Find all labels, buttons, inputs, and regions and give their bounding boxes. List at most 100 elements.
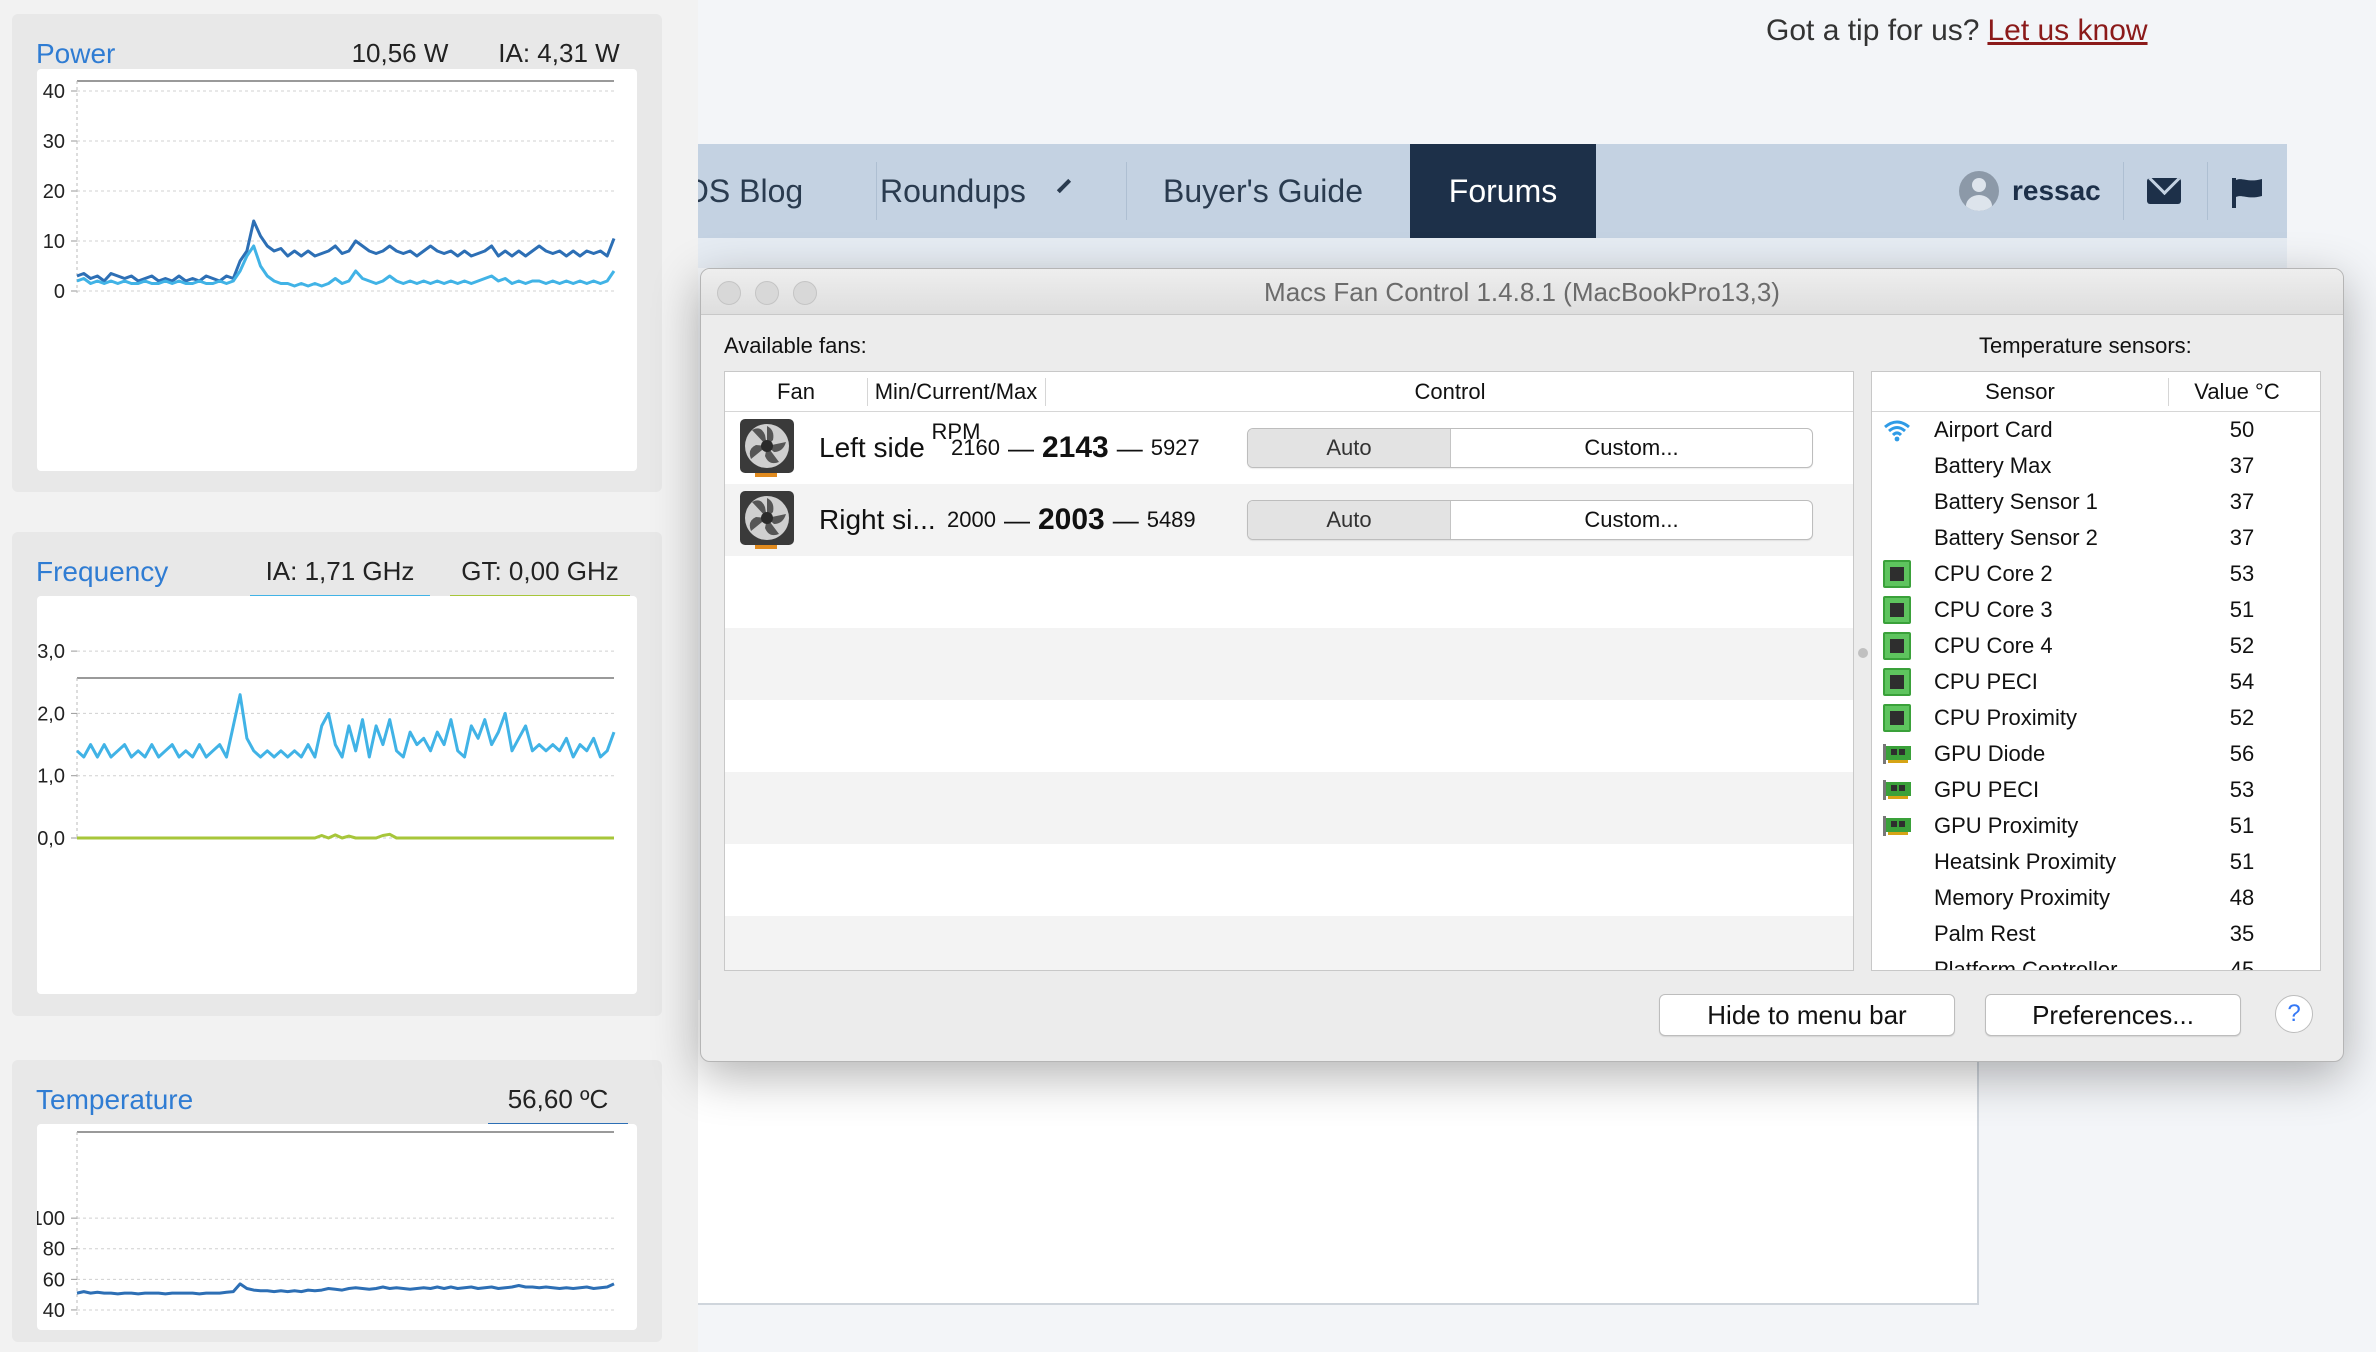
- auto-button[interactable]: Auto: [1248, 429, 1451, 467]
- hide-to-menu-bar-button[interactable]: Hide to menu bar: [1659, 994, 1955, 1036]
- chevron-down-icon: [1056, 178, 1071, 194]
- flag-icon[interactable]: [2230, 176, 2264, 208]
- username[interactable]: ressac: [2012, 144, 2101, 238]
- sensor-name: Memory Proximity: [1934, 885, 2111, 910]
- nav-divider: [2207, 162, 2208, 220]
- nav-roundups[interactable]: Roundups: [880, 144, 1071, 238]
- frequency-chart-svg: 3,0 2,0 1,0 0,0: [37, 641, 616, 850]
- temperature-title: Temperature: [36, 1084, 194, 1115]
- nav-subbar: [698, 238, 2287, 268]
- site-navbar: OS Blog Roundups Buyer's Guide Forums re…: [684, 144, 2287, 238]
- rpm-separator: —: [1112, 504, 1139, 535]
- rpm-separator: —: [1003, 504, 1030, 535]
- wifi-icon: [1884, 420, 1910, 442]
- sensor-value: 51: [2229, 849, 2255, 874]
- sensor-name: Platform Controller: [1934, 957, 2118, 971]
- sensor-row[interactable]: GPU PECI 53: [1872, 772, 2302, 808]
- fan-row-right[interactable]: Right si... 2000 — 2003 — 5489 Auto Cust…: [725, 484, 1853, 556]
- fan-max-rpm: 5927: [1150, 435, 1200, 460]
- frequency-gt-stat: GT: 0,00 GHz: [450, 554, 630, 600]
- y-tick-label: 40: [43, 1300, 65, 1322]
- y-tick-label: 80: [43, 1239, 65, 1261]
- sensors-table: Sensor Value °C Airport Card 50 Battery Ma…: [1871, 371, 2321, 971]
- column-header-fan[interactable]: Fan: [725, 372, 867, 412]
- sensor-value: 52: [2229, 705, 2255, 730]
- column-header-sensor[interactable]: Sensor: [1872, 372, 2168, 412]
- help-button[interactable]: ?: [2275, 995, 2313, 1033]
- table-stripe: [725, 916, 1853, 970]
- sensor-row[interactable]: CPU Core 4 52: [1872, 628, 2302, 664]
- nav-ios-blog-label: OS Blog: [684, 172, 804, 209]
- split-view-handle[interactable]: [1858, 648, 1868, 658]
- temperature-sensors-label: Temperature sensors:: [1979, 333, 2192, 358]
- column-header-value[interactable]: Value °C: [2168, 372, 2306, 412]
- sensor-value: 51: [2229, 597, 2255, 622]
- sensor-name: Heatsink Proximity: [1934, 849, 2117, 874]
- sensor-row[interactable]: CPU PECI 54: [1872, 664, 2302, 700]
- macs-fan-control-window: Macs Fan Control 1.4.8.1 (MacBookPro13,3…: [700, 268, 2344, 1062]
- sensor-row[interactable]: Battery Max 37: [1872, 448, 2302, 484]
- frequency-ia-stat: IA: 1,71 GHz: [250, 554, 430, 600]
- sensor-name: Airport Card: [1934, 417, 2053, 442]
- envelope-icon[interactable]: [2147, 178, 2181, 204]
- nav-forums[interactable]: Forums: [1410, 144, 1596, 238]
- sensor-row[interactable]: Battery Sensor 2 37: [1872, 520, 2302, 556]
- sensor-row[interactable]: Platform Controller 45: [1872, 952, 2302, 971]
- fan-rpm-readout: 2000 — 2003 — 5489: [947, 484, 1196, 556]
- y-tick-label: 30: [43, 131, 65, 153]
- frequency-panel: Frequency IA: 1,71 GHz GT: 0,00 GHz 3,0 2…: [12, 532, 662, 1016]
- fans-table-header: Fan Min/Current/Max RPM Control: [725, 372, 1853, 444]
- table-stripe: [725, 628, 1853, 700]
- nav-roundups-label: Roundups: [880, 172, 1026, 209]
- available-fans-label: Available fans:: [724, 333, 867, 358]
- preferences-button[interactable]: Preferences...: [1985, 994, 2241, 1036]
- custom-button[interactable]: Custom...: [1451, 429, 1812, 467]
- user-avatar-icon[interactable]: [1959, 171, 1999, 211]
- sensor-row[interactable]: CPU Proximity 52: [1872, 700, 2302, 736]
- sensor-name: GPU PECI: [1934, 777, 2040, 802]
- sensor-row[interactable]: CPU Core 2 53: [1872, 556, 2302, 592]
- let-us-know-link[interactable]: Let us know: [1987, 14, 2147, 47]
- nav-divider: [2123, 162, 2124, 220]
- fan-row-left[interactable]: Left side 2160 — 2143 — 5927 Auto Custom…: [725, 412, 1853, 484]
- sensor-row[interactable]: Airport Card 50: [1872, 412, 2302, 448]
- sensor-value: 37: [2229, 525, 2255, 550]
- sensor-name: Battery Max: [1934, 453, 2052, 478]
- power-panel: Power 10,56 W IA: 4,31 W 40 30 20 10 0: [12, 14, 662, 492]
- y-tick-label: 10: [43, 231, 65, 253]
- sensor-row[interactable]: Battery Sensor 1 37: [1872, 484, 2302, 520]
- fan-min-rpm: 2160: [951, 435, 1000, 460]
- sensor-name: CPU Core 4: [1934, 633, 2053, 658]
- sensor-value: 53: [2229, 561, 2255, 586]
- custom-button[interactable]: Custom...: [1451, 501, 1812, 539]
- y-tick-label: 2,0: [37, 703, 65, 725]
- power-chart: 40 30 20 10 0: [37, 69, 637, 471]
- column-header-rpm[interactable]: Min/Current/Max RPM: [867, 372, 1045, 444]
- auto-button[interactable]: Auto: [1248, 501, 1451, 539]
- y-tick-label: 100: [37, 1208, 65, 1230]
- column-header-control[interactable]: Control: [1045, 372, 1853, 412]
- fan-name: Left side: [819, 432, 925, 463]
- window-titlebar[interactable]: Macs Fan Control 1.4.8.1 (MacBookPro13,3…: [701, 269, 2343, 315]
- sensor-row[interactable]: Memory Proximity 48: [1872, 880, 2302, 916]
- sensor-row[interactable]: CPU Core 3 51: [1872, 592, 2302, 628]
- sensor-value: 54: [2229, 669, 2255, 694]
- sensor-row[interactable]: Heatsink Proximity 51: [1872, 844, 2302, 880]
- fan-current-rpm: 2143: [1041, 431, 1109, 464]
- fan-name: Right si...: [819, 504, 936, 535]
- y-tick-label: 0: [54, 281, 65, 303]
- sensor-row[interactable]: GPU Proximity 51: [1872, 808, 2302, 844]
- tip-text: Got a tip for us?: [1766, 14, 1980, 47]
- sensor-value: 45: [2229, 957, 2255, 971]
- sensor-row[interactable]: GPU Diode 56: [1872, 736, 2302, 772]
- nav-ios-blog[interactable]: OS Blog: [684, 144, 836, 238]
- sensor-row[interactable]: Palm Rest 35: [1872, 916, 2302, 952]
- rpm-separator: —: [1116, 432, 1143, 463]
- cpu-chip-icon: [1883, 596, 1911, 624]
- fan-control-segment: Auto Custom...: [1247, 428, 1813, 468]
- cpu-chip-icon: [1883, 560, 1911, 588]
- y-tick-label: 0,0: [37, 828, 65, 850]
- rpm-separator: —: [1007, 432, 1034, 463]
- nav-buyers-guide[interactable]: Buyer's Guide: [1163, 144, 1363, 238]
- temperature-panel: Temperature 56,60 ºC 100 80 60 40: [12, 1060, 662, 1342]
